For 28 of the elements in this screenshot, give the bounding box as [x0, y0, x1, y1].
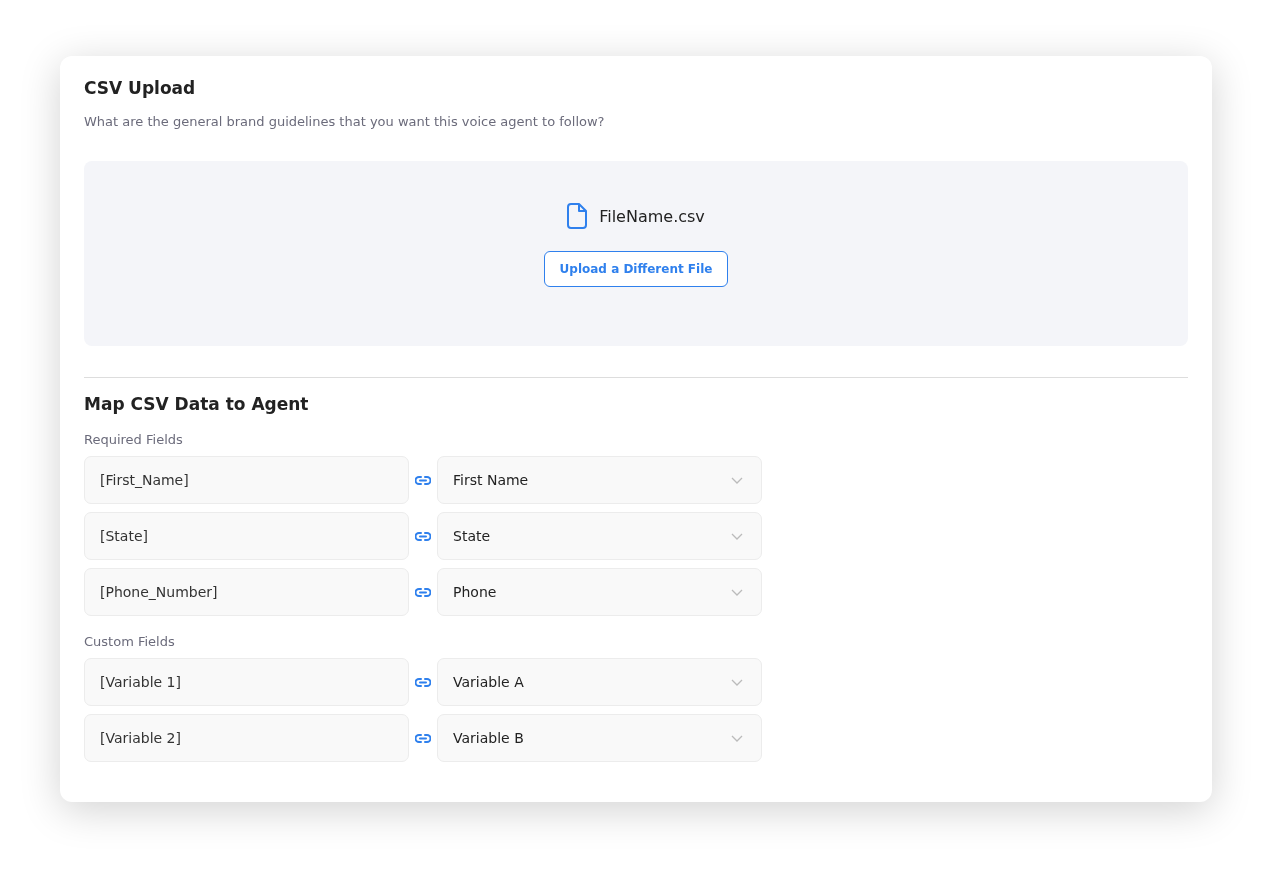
chevron-down-icon — [731, 734, 743, 742]
link-icon — [415, 733, 431, 743]
upload-button[interactable]: Upload a Different File — [543, 251, 729, 287]
dropdown-select[interactable]: Variable B — [437, 714, 762, 762]
input-field[interactable]: [State] — [84, 512, 409, 560]
link-icon — [415, 677, 431, 687]
input-field[interactable]: [First_Name] — [84, 456, 409, 504]
link-icon — [415, 475, 431, 485]
dropdown-select[interactable]: First Name — [437, 456, 762, 504]
section-title: Map CSV Data to Agent — [84, 394, 310, 414]
chevron-down-icon — [731, 476, 743, 484]
link-icon — [415, 587, 431, 597]
chevron-down-icon — [731, 678, 743, 686]
link-icon — [415, 531, 431, 541]
section-description: What are the general brand guidelines that you want this voice agent to follow? — [84, 114, 606, 129]
input-field[interactable]: [Variable 2] — [84, 714, 409, 762]
input-field[interactable]: [Variable 1] — [84, 658, 409, 706]
chevron-down-icon — [731, 588, 743, 596]
group-label: Required Fields — [84, 432, 184, 447]
group-label: Custom Fields — [84, 634, 176, 649]
file-name: FileName.csv — [599, 206, 705, 226]
dropdown-select[interactable]: State — [437, 512, 762, 560]
input-field[interactable]: [Phone_Number] — [84, 568, 409, 616]
file-icon — [567, 203, 590, 229]
dropdown-select[interactable]: Variable A — [437, 658, 762, 706]
dropdown-select[interactable]: Phone — [437, 568, 762, 616]
section-title: CSV Upload — [84, 78, 197, 98]
chevron-down-icon — [731, 532, 743, 540]
